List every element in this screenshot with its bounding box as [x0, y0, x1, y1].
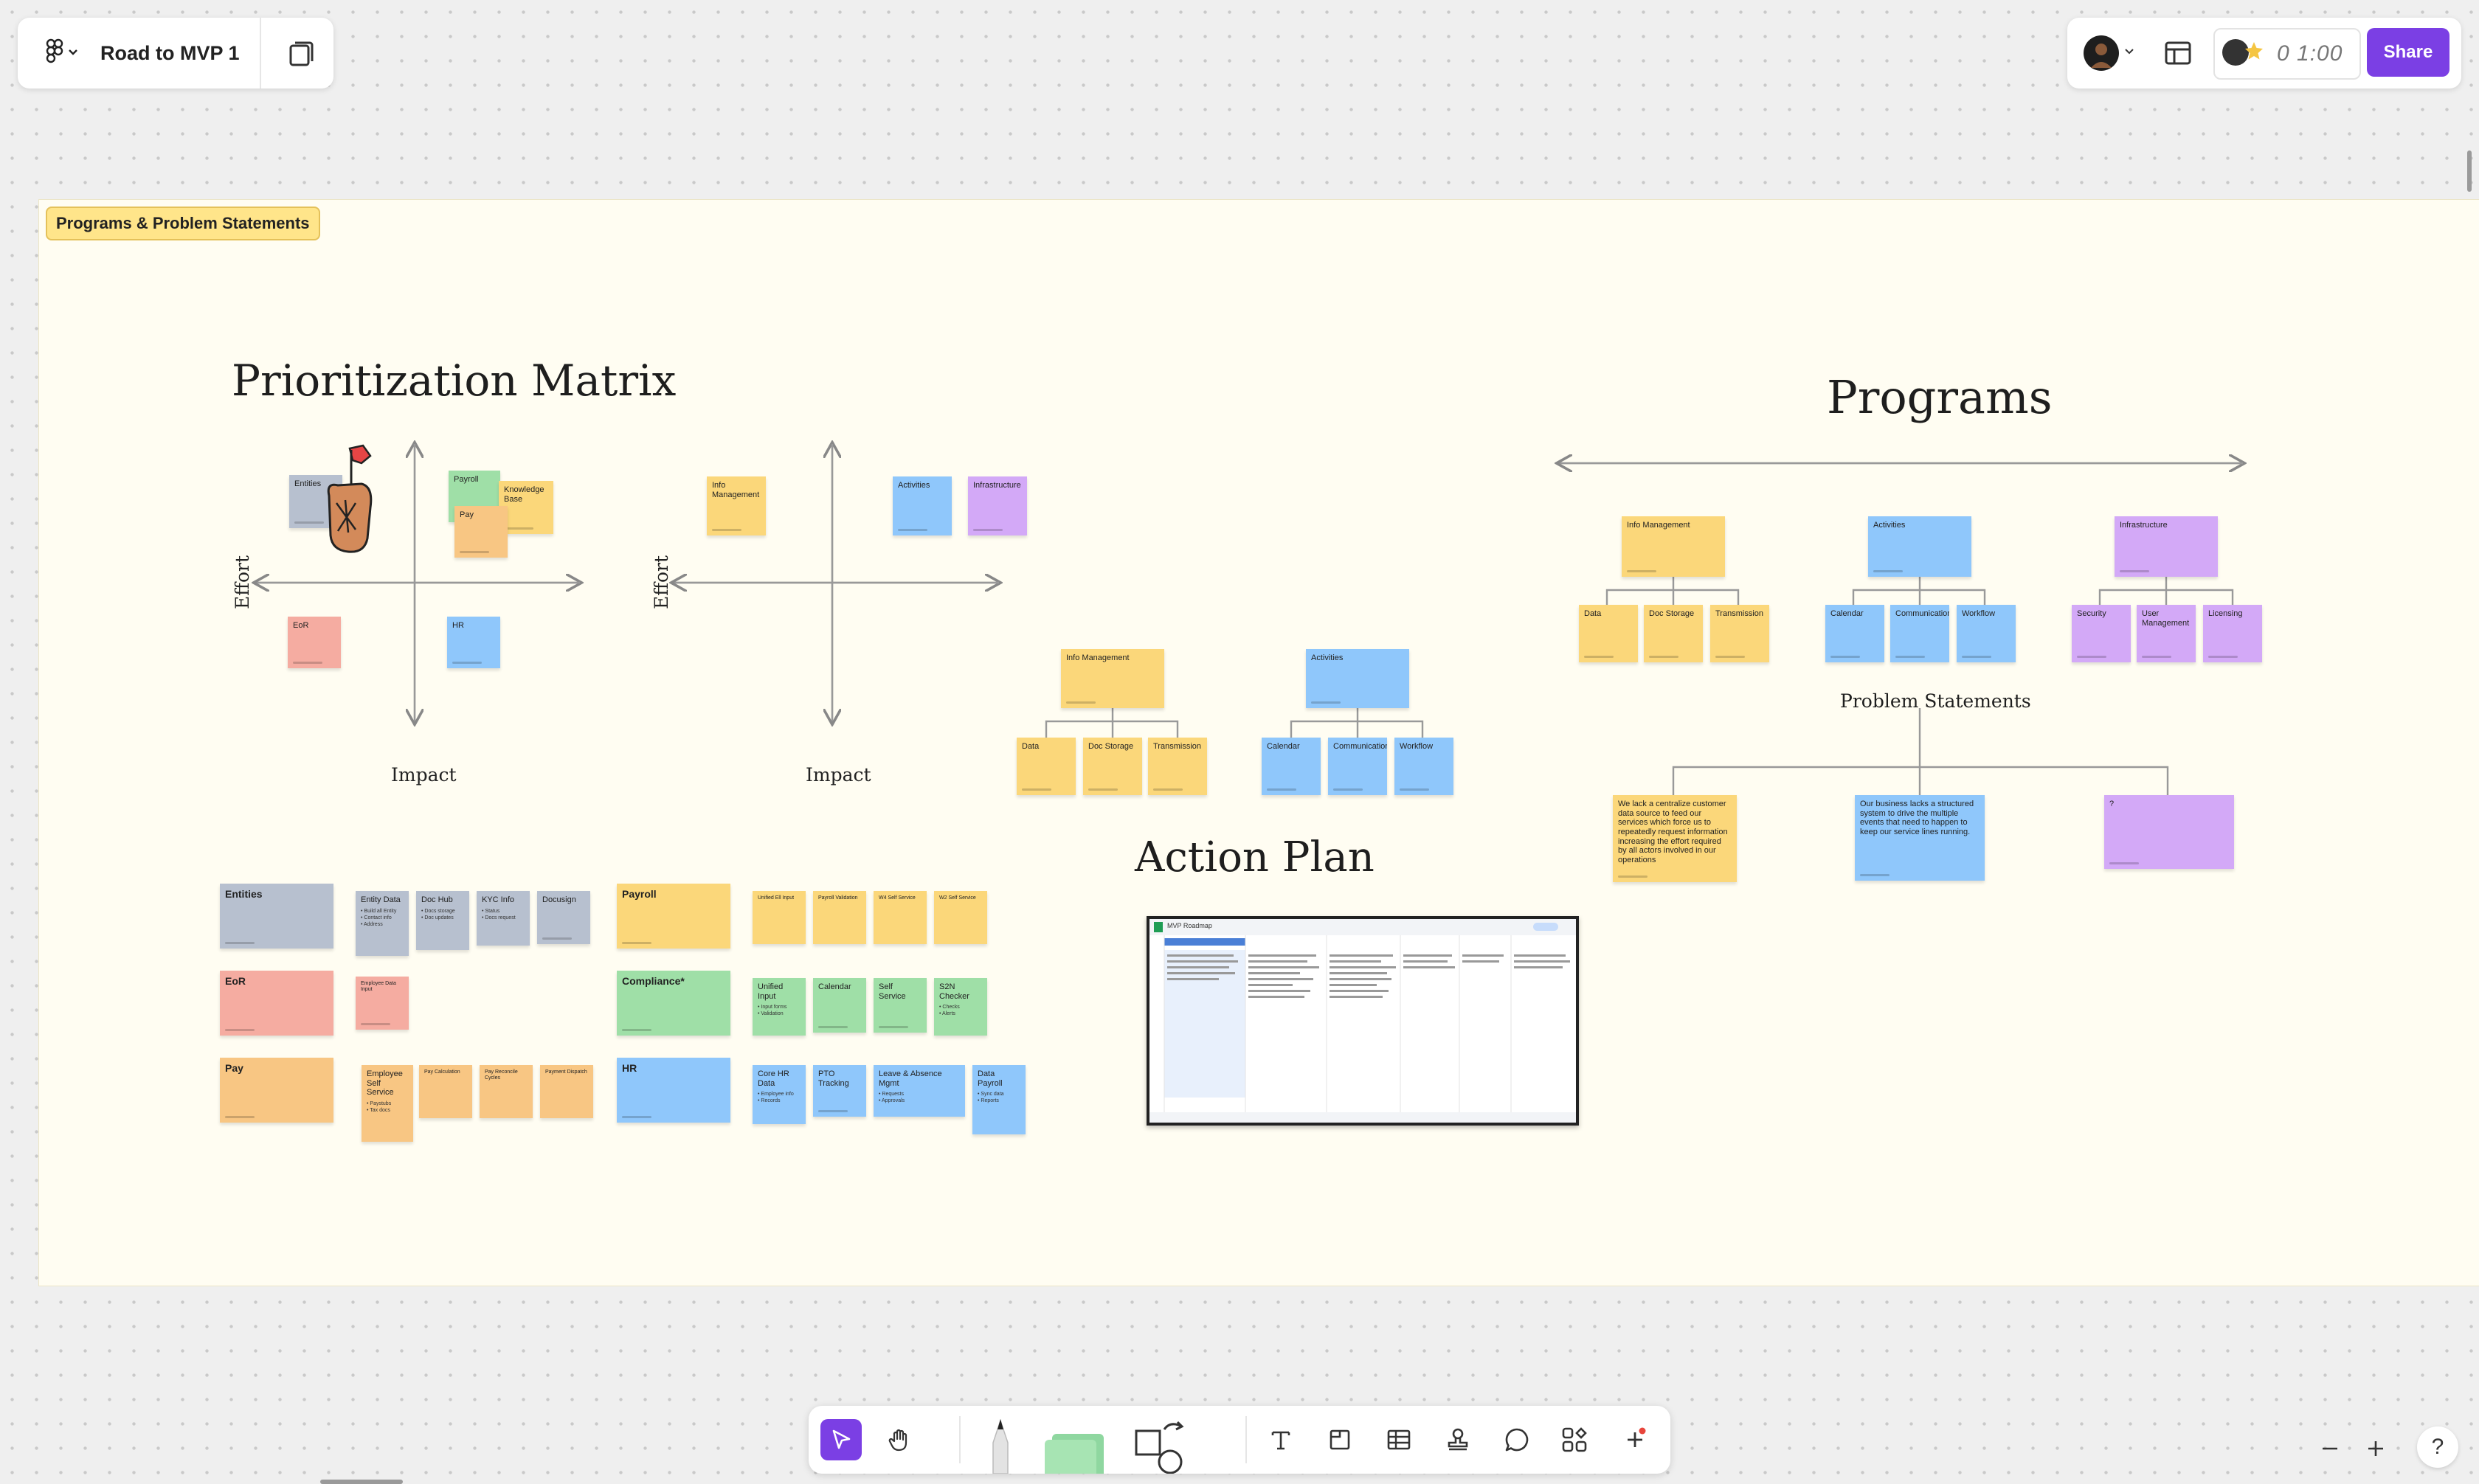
sticky-doc-hub[interactable]: Doc Hub • Docs storage • Doc updates — [416, 891, 469, 950]
hand-icon[interactable] — [879, 1419, 921, 1460]
sticky-info-management-m2[interactable]: Info Management — [707, 476, 766, 535]
help-button[interactable]: ? — [2417, 1426, 2458, 1468]
sticky-program-user-management[interactable]: User Management — [2137, 605, 2196, 662]
sticky-entity-data[interactable]: Entity Data • Build all Entity • Contact i… — [356, 891, 409, 956]
sticky-employee-data-input[interactable]: Employee Data Input — [356, 977, 409, 1030]
sticky-data-payroll[interactable]: Data Payroll • Sync data • Reports — [972, 1065, 1026, 1134]
effort-axis-label-2: Effort — [651, 555, 672, 609]
sticky-problem-statement-3[interactable]: ? — [2104, 795, 2234, 869]
text-icon[interactable] — [1260, 1419, 1301, 1460]
sticky-payroll-w4[interactable]: W4 Self Service — [874, 891, 927, 944]
sticky-pay-reconcile[interactable]: Pay Reconcile Cycles — [480, 1065, 533, 1118]
minus-icon — [2323, 1447, 2337, 1450]
comment-icon[interactable] — [1496, 1419, 1538, 1460]
sticky-calendar-compliance[interactable]: Calendar — [813, 978, 866, 1033]
sticky-activities-tree[interactable]: Activities — [1306, 649, 1409, 708]
embedded-spreadsheet[interactable]: MVP Roadmap — [1147, 916, 1579, 1126]
sticky-calendar-tree[interactable]: Calendar — [1262, 738, 1321, 795]
sticky-core-hr-data[interactable]: Core HR Data • Employee info • Records — [753, 1065, 806, 1124]
sticky-docusign[interactable]: Docusign — [537, 891, 590, 944]
sticky-program-calendar[interactable]: Calendar — [1825, 605, 1884, 662]
sticky-eor[interactable]: EoR — [288, 617, 341, 668]
sticky-program-data[interactable]: Data — [1579, 605, 1638, 662]
sheet-share-chip — [1533, 923, 1558, 931]
sticky-kyc-info[interactable]: KYC Info • Status • Docs request — [477, 891, 530, 946]
bottom-toolbar — [809, 1406, 1670, 1480]
sticky-payroll-input[interactable]: Unified Ell Input — [753, 891, 806, 944]
sheet-toolbar: MVP Roadmap — [1149, 919, 1576, 936]
sticky-pto-tracking[interactable]: PTO Tracking — [813, 1065, 866, 1117]
widgets-icon[interactable] — [1554, 1419, 1595, 1460]
sticky-program-info-management[interactable]: Info Management — [1622, 516, 1725, 577]
sticky-activities-m2[interactable]: Activities — [893, 476, 952, 535]
sticky-program-infrastructure[interactable]: Infrastructure — [2115, 516, 2218, 577]
raised-hand-flag-sticker[interactable] — [319, 444, 378, 556]
sticky-hr[interactable]: HR — [447, 617, 500, 668]
table-icon[interactable] — [1378, 1419, 1420, 1460]
sticky-payroll-program[interactable]: Payroll — [617, 884, 730, 949]
impact-axis-label-2: Impact — [806, 764, 871, 786]
sticky-pay-calculation[interactable]: Pay Calculation — [419, 1065, 472, 1118]
sticky-workflow-tree[interactable]: Workflow — [1394, 738, 1453, 795]
sticky-program-licensing[interactable]: Licensing — [2203, 605, 2262, 662]
sticky-entities-program[interactable]: Entities — [220, 884, 333, 949]
sticky-compliance-program[interactable]: Compliance* — [617, 971, 730, 1036]
sticky-problem-statement-1[interactable]: We lack a centralize customer data sourc… — [1613, 795, 1737, 882]
move-select-icon[interactable] — [820, 1419, 862, 1460]
toolbar-divider — [959, 1416, 961, 1463]
sheet-title: MVP Roadmap — [1167, 922, 1212, 929]
sticky-data-tree[interactable]: Data — [1017, 738, 1076, 795]
shape-icon[interactable] — [1127, 1415, 1186, 1474]
effort-axis-label-1: Effort — [232, 555, 253, 609]
sticky-info-management-tree[interactable]: Info Management — [1061, 649, 1164, 708]
sticky-program-activities[interactable]: Activities — [1868, 516, 1971, 577]
plus-icon[interactable] — [1614, 1419, 1656, 1460]
sticky-program-communication[interactable]: Communication — [1890, 605, 1949, 662]
sticky-payroll-validation[interactable]: Payroll Validation — [813, 891, 866, 944]
sticky-payroll-w2[interactable]: W2 Self Service — [934, 891, 987, 944]
sticky-pay-program[interactable]: Pay — [220, 1058, 333, 1123]
sheet-grid — [1149, 935, 1576, 1123]
sticky-program-workflow[interactable]: Workflow — [1957, 605, 2016, 662]
section-icon[interactable] — [1319, 1419, 1360, 1460]
plus-icon — [2368, 1441, 2383, 1456]
sticky-payment-dispatch[interactable]: Payment Dispatch — [540, 1065, 593, 1118]
sheets-logo-icon — [1154, 922, 1163, 932]
sticky-hr-program[interactable]: HR — [617, 1058, 730, 1123]
connectors-layer — [0, 0, 2479, 795]
sticky-transmission-tree[interactable]: Transmission — [1148, 738, 1207, 795]
sticky-communication-tree[interactable]: Communication — [1328, 738, 1387, 795]
sticky-s2n-checker[interactable]: S2N Checker • Checks • Alerts — [934, 978, 987, 1036]
sticky-program-security[interactable]: Security — [2072, 605, 2131, 662]
sticky-note-icon[interactable] — [1034, 1421, 1116, 1480]
sticky-program-doc-storage[interactable]: Doc Storage — [1644, 605, 1703, 662]
help-icon: ? — [2431, 1435, 2444, 1459]
sticky-self-service-compliance[interactable]: Self Service — [874, 978, 927, 1033]
sticky-unified-input[interactable]: Unified Input • Input forms • Validation — [753, 978, 806, 1036]
stamp-icon[interactable] — [1437, 1419, 1479, 1460]
sticky-pay[interactable]: Pay — [454, 506, 508, 558]
impact-axis-label-1: Impact — [391, 764, 457, 786]
toolbar-divider-2 — [1245, 1416, 1247, 1463]
zoom-out-button[interactable] — [2311, 1429, 2349, 1468]
sticky-problem-statement-2[interactable]: Our business lacks a structured system t… — [1855, 795, 1985, 881]
sticky-infrastructure-m2[interactable]: Infrastructure — [968, 476, 1027, 535]
zoom-in-button[interactable] — [2357, 1429, 2395, 1468]
sticky-doc-storage-tree[interactable]: Doc Storage — [1083, 738, 1142, 795]
sticky-leave-absence[interactable]: Leave & Absence Mgmt • Requests • Approval… — [874, 1065, 965, 1117]
sticky-program-transmission[interactable]: Transmission — [1710, 605, 1769, 662]
sticky-employee-self-service[interactable]: Employee Self Service • Paystubs • Tax doc… — [362, 1065, 413, 1142]
sticky-eor-program[interactable]: EoR — [220, 971, 333, 1036]
